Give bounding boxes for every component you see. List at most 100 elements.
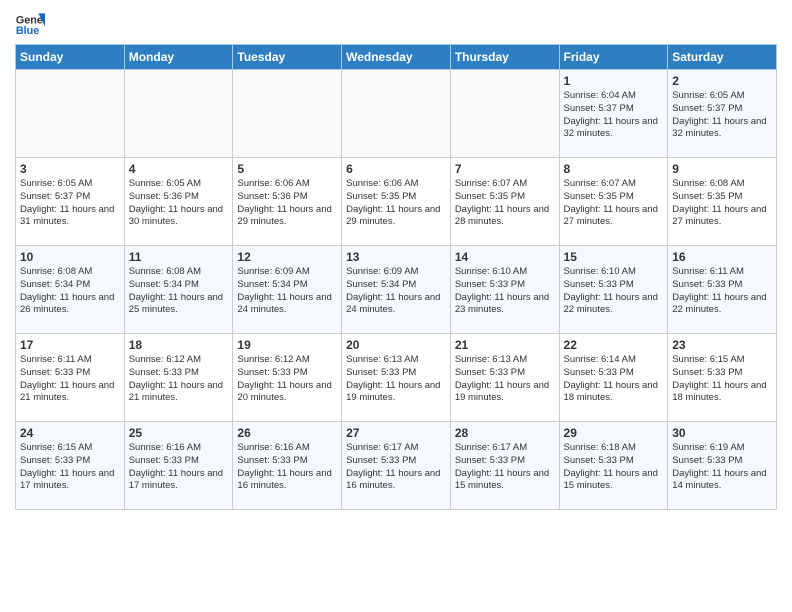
day-info: Sunrise: 6:09 AM Sunset: 5:34 PM Dayligh…	[346, 266, 446, 317]
calendar-cell	[16, 70, 125, 158]
day-number: 20	[346, 338, 446, 352]
calendar-cell: 3 Sunrise: 6:05 AM Sunset: 5:37 PM Daylig…	[16, 158, 125, 246]
day-number: 7	[455, 162, 555, 176]
day-info: Sunrise: 6:16 AM Sunset: 5:33 PM Dayligh…	[129, 442, 229, 493]
calendar-cell: 4Sunrise: 6:05 AM Sunset: 5:36 PM Daylig…	[124, 158, 233, 246]
day-number: 30	[672, 426, 772, 440]
day-number: 3	[20, 162, 120, 176]
header-friday: Friday	[559, 45, 668, 70]
header-saturday: Saturday	[668, 45, 777, 70]
calendar-cell: 5 Sunrise: 6:06 AM Sunset: 5:36 PM Daylig…	[233, 158, 342, 246]
header-monday: Monday	[124, 45, 233, 70]
calendar-cell: 27 Sunrise: 6:17 AM Sunset: 5:33 PM Dayli…	[342, 422, 451, 510]
day-info: Sunrise: 6:15 AM Sunset: 5:33 PM Dayligh…	[672, 354, 772, 405]
calendar-cell: 24Sunrise: 6:15 AM Sunset: 5:33 PM Dayli…	[16, 422, 125, 510]
day-number: 2	[672, 74, 772, 88]
day-number: 21	[455, 338, 555, 352]
day-info: Sunrise: 6:17 AM Sunset: 5:33 PM Dayligh…	[455, 442, 555, 493]
day-info: Sunrise: 6:07 AM Sunset: 5:35 PM Dayligh…	[455, 178, 555, 229]
day-number: 1	[564, 74, 664, 88]
calendar-cell: 30 Sunrise: 6:19 AM Sunset: 5:33 PM Dayli…	[668, 422, 777, 510]
day-number: 25	[129, 426, 229, 440]
day-info: Sunrise: 6:11 AM Sunset: 5:33 PM Dayligh…	[20, 354, 120, 405]
calendar-week-4: 17 Sunrise: 6:11 AM Sunset: 5:33 PM Dayli…	[16, 334, 777, 422]
day-info: Sunrise: 6:05 AM Sunset: 5:36 PM Dayligh…	[129, 178, 229, 229]
day-info: Sunrise: 6:12 AM Sunset: 5:33 PM Dayligh…	[237, 354, 337, 405]
day-number: 13	[346, 250, 446, 264]
day-number: 10	[20, 250, 120, 264]
day-info: Sunrise: 6:13 AM Sunset: 5:33 PM Dayligh…	[346, 354, 446, 405]
day-info: Sunrise: 6:07 AM Sunset: 5:35 PM Dayligh…	[564, 178, 664, 229]
calendar-cell: 16Sunrise: 6:11 AM Sunset: 5:33 PM Dayli…	[668, 246, 777, 334]
day-number: 24	[20, 426, 120, 440]
day-info: Sunrise: 6:17 AM Sunset: 5:33 PM Dayligh…	[346, 442, 446, 493]
day-number: 15	[564, 250, 664, 264]
calendar-cell	[342, 70, 451, 158]
day-number: 11	[129, 250, 229, 264]
day-number: 18	[129, 338, 229, 352]
day-info: Sunrise: 6:06 AM Sunset: 5:35 PM Dayligh…	[346, 178, 446, 229]
calendar-week-3: 10 Sunrise: 6:08 AM Sunset: 5:34 PM Dayli…	[16, 246, 777, 334]
day-info: Sunrise: 6:09 AM Sunset: 5:34 PM Dayligh…	[237, 266, 337, 317]
day-number: 22	[564, 338, 664, 352]
day-info: Sunrise: 6:16 AM Sunset: 5:33 PM Dayligh…	[237, 442, 337, 493]
calendar-cell: 14 Sunrise: 6:10 AM Sunset: 5:33 PM Dayli…	[450, 246, 559, 334]
calendar-cell: 15 Sunrise: 6:10 AM Sunset: 5:33 PM Dayli…	[559, 246, 668, 334]
day-info: Sunrise: 6:08 AM Sunset: 5:34 PM Dayligh…	[129, 266, 229, 317]
calendar-cell: 26 Sunrise: 6:16 AM Sunset: 5:33 PM Dayli…	[233, 422, 342, 510]
day-number: 9	[672, 162, 772, 176]
day-number: 27	[346, 426, 446, 440]
calendar-cell: 7 Sunrise: 6:07 AM Sunset: 5:35 PM Daylig…	[450, 158, 559, 246]
day-number: 28	[455, 426, 555, 440]
calendar-cell: 8 Sunrise: 6:07 AM Sunset: 5:35 PM Daylig…	[559, 158, 668, 246]
calendar-week-5: 24Sunrise: 6:15 AM Sunset: 5:33 PM Dayli…	[16, 422, 777, 510]
calendar-table: SundayMondayTuesdayWednesdayThursdayFrid…	[15, 44, 777, 510]
day-info: Sunrise: 6:18 AM Sunset: 5:33 PM Dayligh…	[564, 442, 664, 493]
calendar-cell: 29 Sunrise: 6:18 AM Sunset: 5:33 PM Dayli…	[559, 422, 668, 510]
day-info: Sunrise: 6:08 AM Sunset: 5:34 PM Dayligh…	[20, 266, 120, 317]
header-tuesday: Tuesday	[233, 45, 342, 70]
day-number: 19	[237, 338, 337, 352]
day-number: 29	[564, 426, 664, 440]
page-header: General Blue	[15, 10, 777, 40]
day-number: 14	[455, 250, 555, 264]
day-info: Sunrise: 6:11 AM Sunset: 5:33 PM Dayligh…	[672, 266, 772, 317]
calendar-cell: 23 Sunrise: 6:15 AM Sunset: 5:33 PM Dayli…	[668, 334, 777, 422]
header-wednesday: Wednesday	[342, 45, 451, 70]
day-info: Sunrise: 6:04 AM Sunset: 5:37 PM Dayligh…	[564, 90, 664, 141]
calendar-cell: 9Sunrise: 6:08 AM Sunset: 5:35 PM Daylig…	[668, 158, 777, 246]
day-number: 23	[672, 338, 772, 352]
day-number: 8	[564, 162, 664, 176]
day-info: Sunrise: 6:10 AM Sunset: 5:33 PM Dayligh…	[455, 266, 555, 317]
day-info: Sunrise: 6:06 AM Sunset: 5:36 PM Dayligh…	[237, 178, 337, 229]
calendar-cell: 19 Sunrise: 6:12 AM Sunset: 5:33 PM Dayli…	[233, 334, 342, 422]
day-info: Sunrise: 6:05 AM Sunset: 5:37 PM Dayligh…	[20, 178, 120, 229]
logo: General Blue	[15, 10, 45, 40]
calendar-cell: 11 Sunrise: 6:08 AM Sunset: 5:34 PM Dayli…	[124, 246, 233, 334]
day-info: Sunrise: 6:12 AM Sunset: 5:33 PM Dayligh…	[129, 354, 229, 405]
day-number: 5	[237, 162, 337, 176]
day-number: 26	[237, 426, 337, 440]
calendar-cell	[450, 70, 559, 158]
day-info: Sunrise: 6:19 AM Sunset: 5:33 PM Dayligh…	[672, 442, 772, 493]
calendar-cell: 2 Sunrise: 6:05 AM Sunset: 5:37 PM Daylig…	[668, 70, 777, 158]
calendar-cell: 22 Sunrise: 6:14 AM Sunset: 5:33 PM Dayli…	[559, 334, 668, 422]
calendar-cell: 6 Sunrise: 6:06 AM Sunset: 5:35 PM Daylig…	[342, 158, 451, 246]
svg-text:Blue: Blue	[16, 25, 39, 37]
header-sunday: Sunday	[16, 45, 125, 70]
calendar-header-row: SundayMondayTuesdayWednesdayThursdayFrid…	[16, 45, 777, 70]
calendar-week-1: 1 Sunrise: 6:04 AM Sunset: 5:37 PM Daylig…	[16, 70, 777, 158]
calendar-cell: 25 Sunrise: 6:16 AM Sunset: 5:33 PM Dayli…	[124, 422, 233, 510]
calendar-cell: 12Sunrise: 6:09 AM Sunset: 5:34 PM Dayli…	[233, 246, 342, 334]
day-number: 17	[20, 338, 120, 352]
calendar-cell	[233, 70, 342, 158]
day-number: 6	[346, 162, 446, 176]
day-info: Sunrise: 6:05 AM Sunset: 5:37 PM Dayligh…	[672, 90, 772, 141]
day-info: Sunrise: 6:14 AM Sunset: 5:33 PM Dayligh…	[564, 354, 664, 405]
calendar-cell: 21Sunrise: 6:13 AM Sunset: 5:33 PM Dayli…	[450, 334, 559, 422]
calendar-cell: 18 Sunrise: 6:12 AM Sunset: 5:33 PM Dayli…	[124, 334, 233, 422]
calendar-cell: 13 Sunrise: 6:09 AM Sunset: 5:34 PM Dayli…	[342, 246, 451, 334]
day-info: Sunrise: 6:10 AM Sunset: 5:33 PM Dayligh…	[564, 266, 664, 317]
logo-icon: General Blue	[15, 10, 45, 40]
calendar-cell: 20 Sunrise: 6:13 AM Sunset: 5:33 PM Dayli…	[342, 334, 451, 422]
